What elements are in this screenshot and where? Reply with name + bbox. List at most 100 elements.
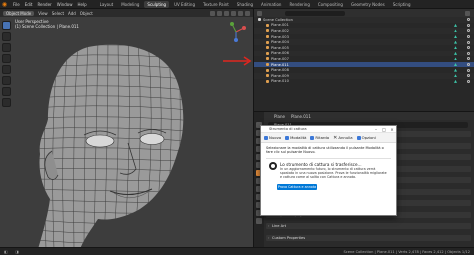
tab-sculpting[interactable]: Sculpting <box>144 0 170 8</box>
overlay-icon[interactable] <box>210 10 215 16</box>
move-icon[interactable] <box>2 43 11 52</box>
menu-render[interactable]: Render <box>37 2 51 7</box>
modifier-icon[interactable] <box>454 63 457 67</box>
modifier-icon[interactable] <box>454 46 457 50</box>
visibility-eye-icon[interactable] <box>467 57 470 61</box>
properties-panel[interactable]: Line Art <box>266 223 471 229</box>
select-box-icon[interactable] <box>2 21 11 30</box>
tab-scripting[interactable]: Scripting <box>390 1 414 8</box>
modifier-icon[interactable] <box>454 35 457 39</box>
wireframe-shading-icon[interactable] <box>224 10 229 16</box>
visibility-eye-icon[interactable] <box>467 40 470 44</box>
material-tab-icon[interactable] <box>256 218 262 224</box>
outliner-item[interactable]: Plane.002 <box>254 28 474 34</box>
viewport-menu-select[interactable]: Select <box>52 11 64 16</box>
tab-shading[interactable]: Shading <box>234 1 256 8</box>
mode-button[interactable]: Modalità <box>285 135 306 140</box>
close-icon[interactable]: × <box>388 127 396 132</box>
outliner-item[interactable]: Plane.003 <box>254 34 474 40</box>
visibility-eye-icon[interactable] <box>467 23 470 27</box>
annotate-icon[interactable] <box>2 87 11 96</box>
outliner-item-label: Plane.003 <box>271 34 289 39</box>
outliner[interactable]: Scene Collection Plane.001 Plane.002 Plane.… <box>253 9 474 111</box>
delay-button[interactable]: Ritardo <box>310 135 329 140</box>
tab-compositing[interactable]: Compositing <box>315 1 346 8</box>
modifier-icon[interactable] <box>454 74 457 78</box>
measure-icon[interactable] <box>2 98 11 107</box>
outliner-item[interactable]: Plane.005 <box>254 45 474 51</box>
outliner-item[interactable]: Plane.009 <box>254 72 474 79</box>
modifier-icon[interactable] <box>454 51 457 55</box>
modifier-icon[interactable] <box>454 79 457 83</box>
tab-geometry-nodes[interactable]: Geometry Nodes <box>348 1 388 8</box>
tab-rendering[interactable]: Rendering <box>286 1 312 8</box>
visibility-eye-icon[interactable] <box>467 35 470 39</box>
tab-modeling[interactable]: Modeling <box>118 1 142 8</box>
visibility-eye-icon[interactable] <box>467 18 470 22</box>
filter-icon[interactable] <box>465 10 470 16</box>
cancel-button[interactable]: ✕ Annulla <box>333 135 352 141</box>
modifier-icon[interactable] <box>454 68 457 72</box>
outliner-search-input[interactable] <box>285 10 345 16</box>
menu-file[interactable]: File <box>13 2 20 7</box>
modifier-icon[interactable] <box>454 57 457 61</box>
modifier-icon[interactable] <box>454 23 457 27</box>
properties-panel[interactable]: Custom Properties <box>266 234 471 241</box>
outliner-display-mode-icon[interactable] <box>257 10 262 16</box>
viewport-menu-add[interactable]: Add <box>68 11 76 16</box>
mode-selector[interactable]: Object Mode <box>3 10 35 16</box>
options-button[interactable]: Opzioni <box>356 135 376 140</box>
visibility-eye-icon[interactable] <box>467 79 470 83</box>
new-button[interactable]: Nuovo <box>264 135 281 140</box>
outliner-item[interactable]: Plane.001 <box>254 23 474 29</box>
solid-shading-icon[interactable] <box>231 10 236 16</box>
material-shading-icon[interactable] <box>238 10 243 16</box>
tab-texture-paint[interactable]: Texture Paint <box>200 1 232 8</box>
navigation-gizmo[interactable] <box>224 20 248 44</box>
menu-window[interactable]: Window <box>57 2 73 7</box>
visibility-eye-icon[interactable] <box>467 29 470 33</box>
modifier-icon[interactable] <box>454 40 457 44</box>
visibility-eye-icon[interactable] <box>467 46 470 50</box>
viewport-shading-tools <box>210 10 253 16</box>
rotate-icon[interactable] <box>2 54 11 63</box>
menu-help[interactable]: Help <box>77 2 86 7</box>
maximize-icon[interactable]: □ <box>380 127 388 132</box>
visibility-eye-icon[interactable] <box>467 74 470 78</box>
visibility-eye-icon[interactable] <box>467 63 470 67</box>
xray-icon[interactable] <box>217 10 222 16</box>
modifier-icon[interactable] <box>454 29 457 33</box>
tab-layout[interactable]: Layout <box>97 1 117 8</box>
visibility-eye-icon[interactable] <box>467 51 470 55</box>
viewport-menu-object[interactable]: Object <box>80 11 93 16</box>
transform-icon[interactable] <box>2 76 11 85</box>
menu-edit[interactable]: Edit <box>25 2 33 7</box>
tab-animation[interactable]: Animation <box>258 1 284 8</box>
outliner-item[interactable]: Plane.010 <box>254 79 474 85</box>
rendered-shading-icon[interactable] <box>245 10 250 16</box>
cancel-x-icon: ✕ <box>333 134 338 141</box>
snipping-tool-window[interactable]: Strumento di cattura – □ × Nuovo Modalit… <box>260 125 397 216</box>
cursor-icon[interactable] <box>2 32 11 41</box>
3d-viewport[interactable]: Object Mode View Select Add Object User … <box>0 9 253 247</box>
snipping-tool-titlebar[interactable]: Strumento di cattura – □ × <box>261 126 396 133</box>
outliner-item[interactable]: Plane.006 <box>254 50 474 57</box>
outliner-item[interactable]: Plane.008 <box>254 67 474 73</box>
workspace-tabs: Layout Modeling Sculpting UV Editing Tex… <box>97 0 414 8</box>
object-icon <box>266 63 269 67</box>
blender-logo-icon[interactable]: ◉ <box>0 0 9 9</box>
visibility-eye-icon[interactable] <box>467 68 470 72</box>
mode-label: Modalità <box>290 135 307 140</box>
try-snip-sketch-button[interactable]: Prova Cattura e annota <box>277 183 317 190</box>
outliner-item[interactable]: Plane.004 <box>254 39 474 45</box>
scale-icon[interactable] <box>2 65 11 74</box>
outliner-item[interactable]: Plane.007 <box>254 56 474 62</box>
outliner-item[interactable]: Scene Collection <box>254 17 474 23</box>
minimize-icon[interactable]: – <box>372 127 380 132</box>
tab-uv-editing[interactable]: UV Editing <box>171 1 198 8</box>
head-wireframe-mesh[interactable] <box>18 39 218 247</box>
top-bar: ◉ File Edit Render Window Help Layout Mo… <box>0 0 474 9</box>
outliner-item[interactable]: Plane.011 <box>254 61 474 68</box>
viewport-menu-view[interactable]: View <box>38 11 48 16</box>
new-label: Nuovo <box>269 135 282 140</box>
